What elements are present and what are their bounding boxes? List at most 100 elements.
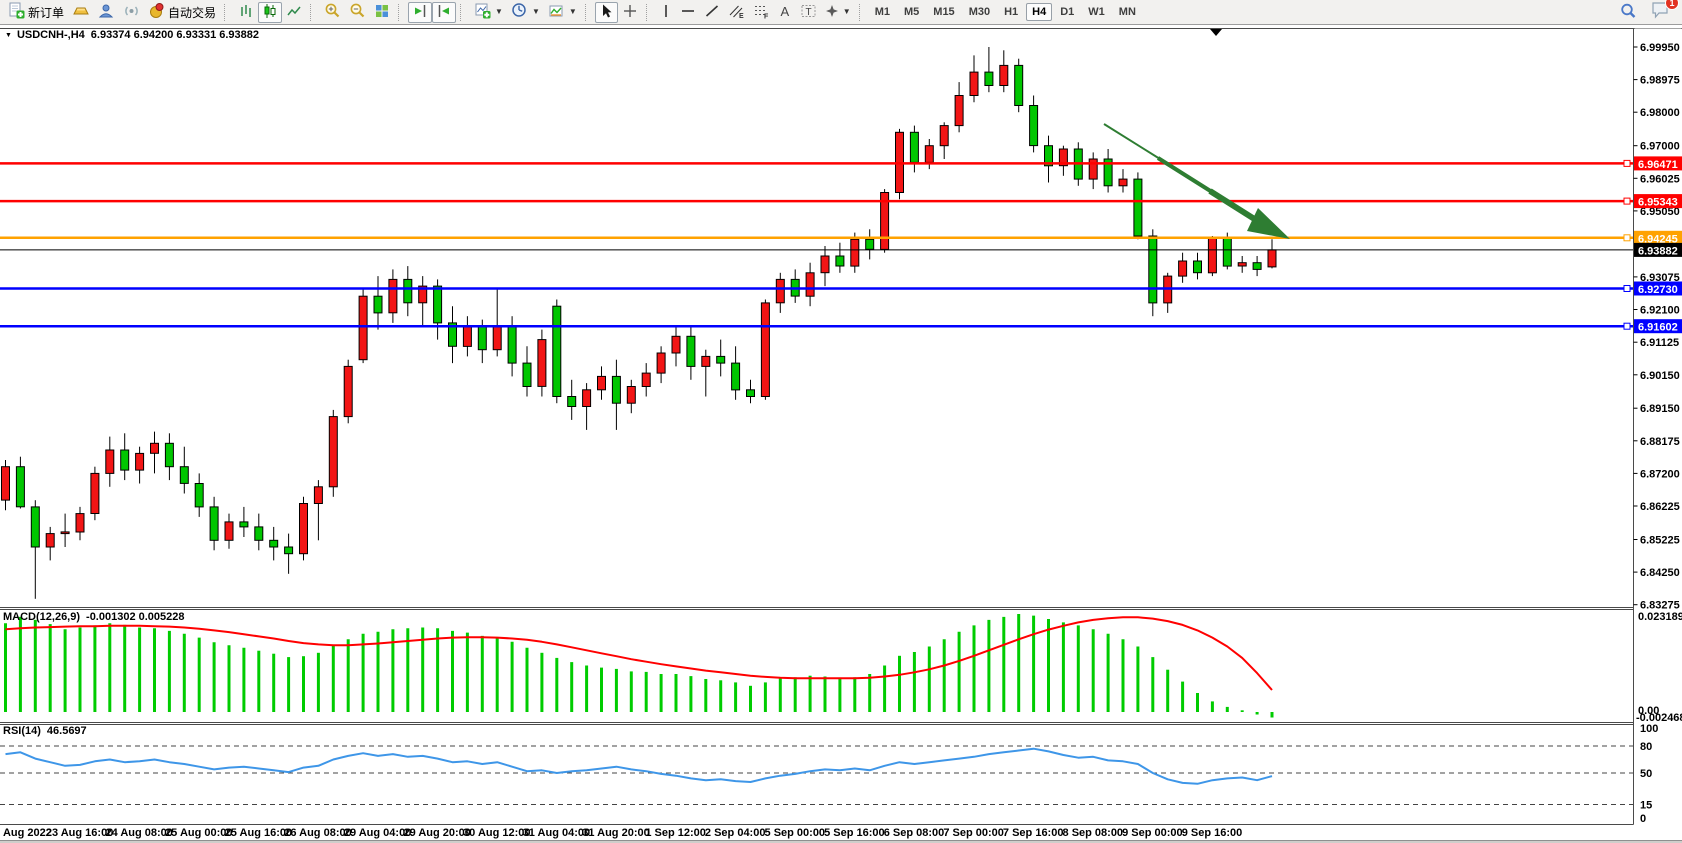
arrows-button[interactable]: ▼	[821, 2, 855, 23]
time-axis[interactable]: 23 Aug 202223 Aug 16:0024 Aug 08:0025 Au…	[0, 827, 1242, 839]
zoom-in-button[interactable]	[320, 2, 345, 23]
macd-pane	[6, 614, 1273, 718]
chevron-down-icon: ▼	[843, 8, 851, 16]
auto-scroll-button[interactable]	[408, 2, 432, 23]
svg-text:6.90150: 6.90150	[1640, 370, 1680, 382]
macd-name: MACD(12,26,9)	[3, 611, 80, 623]
trendline-icon	[704, 3, 720, 22]
svg-text:50: 50	[1640, 768, 1652, 780]
new-chart-icon	[474, 2, 491, 22]
autotrading-icon	[148, 2, 165, 22]
rsi-name: RSI(14)	[3, 725, 41, 737]
price-axis[interactable]: 6.999506.989756.980006.970006.960256.950…	[1634, 29, 1682, 826]
cursor-button[interactable]	[595, 2, 618, 23]
periods-button[interactable]: ▼	[507, 2, 544, 23]
autotrading-label: 自动交易	[168, 4, 216, 21]
toolbar-separator	[398, 4, 405, 21]
text-label-button[interactable]: T	[796, 2, 821, 23]
timeframe-M5[interactable]: M5	[898, 3, 925, 21]
toolbar-right-group: 1	[1615, 0, 1676, 24]
svg-text:6.84250: 6.84250	[1640, 567, 1680, 579]
timeframe-M30[interactable]: M30	[963, 3, 996, 21]
timeframe-M15[interactable]: M15	[927, 3, 960, 21]
svg-text:6.96025: 6.96025	[1640, 173, 1680, 185]
new-order-button[interactable]: 新订单	[4, 2, 68, 23]
svg-text:6.87200: 6.87200	[1640, 468, 1680, 480]
timeframe-group: M1M5M15M30H1H4D1W1MN	[869, 3, 1142, 21]
svg-text:31 Aug 04:00: 31 Aug 04:00	[523, 827, 590, 839]
candlestick-chart-button[interactable]	[258, 2, 282, 23]
chart-shift-button[interactable]	[432, 2, 456, 23]
zoom-out-button[interactable]	[345, 2, 370, 23]
svg-text:1 Sep 12:00: 1 Sep 12:00	[645, 827, 706, 839]
svg-text:6.93882: 6.93882	[1638, 245, 1678, 257]
timeframe-D1[interactable]: D1	[1054, 3, 1080, 21]
svg-text:30 Aug 12:00: 30 Aug 12:00	[463, 827, 530, 839]
toolbar-separator	[859, 4, 866, 21]
search-button[interactable]	[1615, 2, 1641, 23]
macd-indicator-label: MACD(12,26,9) -0.001302 0.005228	[3, 611, 185, 623]
auto-scroll-icon	[412, 3, 428, 22]
zoom-in-icon	[324, 2, 341, 22]
templates-button[interactable]: ▼	[544, 2, 581, 23]
chat-button[interactable]: 1	[1651, 0, 1672, 24]
svg-text:A: A	[780, 4, 789, 19]
tile-windows-button[interactable]	[370, 2, 394, 23]
chart-shift-marker	[1210, 29, 1222, 36]
autotrading-button[interactable]: 自动交易	[144, 2, 220, 23]
equidistant-channel-button[interactable]: E	[724, 2, 749, 23]
text-button[interactable]: A	[774, 2, 796, 23]
symbol-dropdown-icon[interactable]: ▼	[5, 32, 12, 39]
line-chart-button[interactable]	[282, 2, 306, 23]
market-watch-button[interactable]	[68, 2, 94, 23]
bar-chart-button[interactable]	[234, 2, 258, 23]
community-button[interactable]	[94, 2, 119, 23]
svg-text:23 Aug 2022: 23 Aug 2022	[0, 827, 52, 839]
candlestick-chart-icon	[262, 3, 278, 22]
timeframe-H4[interactable]: H4	[1026, 3, 1052, 21]
svg-text:6.85225: 6.85225	[1640, 535, 1680, 547]
trendline-button[interactable]	[700, 2, 724, 23]
chart-symbol-period: USDCNH-,H4	[17, 29, 85, 41]
svg-text:6.83275: 6.83275	[1640, 600, 1680, 612]
svg-text:6.89150: 6.89150	[1640, 403, 1680, 415]
svg-text:E: E	[739, 13, 744, 19]
svg-text:15: 15	[1640, 800, 1652, 812]
fibonacci-button[interactable]: F	[749, 2, 774, 23]
chart-ohlc-title: ▼ USDCNH-,H4 6.93374 6.94200 6.93331 6.9…	[5, 29, 259, 41]
svg-text:80: 80	[1640, 741, 1652, 753]
horizontal-line-button[interactable]	[676, 2, 700, 23]
trend-arrow[interactable]	[1104, 124, 1290, 239]
timeframe-H1[interactable]: H1	[998, 3, 1024, 21]
svg-text:25 Aug 00:00: 25 Aug 00:00	[165, 827, 232, 839]
new-chart-button[interactable]: ▼	[470, 2, 507, 23]
bar-chart-icon	[238, 3, 254, 22]
svg-text:100: 100	[1640, 723, 1658, 735]
toolbar-separator	[585, 4, 592, 21]
svg-text:6.91125: 6.91125	[1640, 337, 1679, 349]
text-label-icon: T	[800, 3, 817, 22]
svg-text:0.023189: 0.023189	[1638, 611, 1682, 623]
chart-canvas[interactable]: 6.999506.989756.980006.970006.960256.950…	[0, 0, 1682, 843]
vertical-line-button[interactable]	[656, 2, 676, 23]
signals-button[interactable]	[119, 2, 144, 23]
svg-text:7 Sep 00:00: 7 Sep 00:00	[943, 827, 1004, 839]
mt4-terminal: { "toolbar": { "new_order_label": "新订单",…	[0, 0, 1682, 843]
tile-windows-icon	[374, 3, 390, 22]
svg-text:6 Sep 08:00: 6 Sep 08:00	[884, 827, 945, 839]
svg-text:6.98975: 6.98975	[1640, 75, 1680, 87]
equidistant-channel-icon: E	[728, 3, 745, 22]
svg-text:26 Aug 08:00: 26 Aug 08:00	[284, 827, 351, 839]
chevron-down-icon: ▼	[495, 8, 503, 16]
main-pane	[0, 29, 1634, 599]
gold-bar-icon	[72, 3, 90, 22]
svg-text:6.98000: 6.98000	[1640, 107, 1680, 119]
svg-text:25 Aug 16:00: 25 Aug 16:00	[225, 827, 292, 839]
timeframe-MN[interactable]: MN	[1113, 3, 1142, 21]
crosshair-button[interactable]	[618, 2, 642, 23]
svg-text:6.86225: 6.86225	[1640, 501, 1680, 513]
cursor-icon	[599, 3, 614, 22]
svg-text:29 Aug 04:00: 29 Aug 04:00	[344, 827, 411, 839]
timeframe-W1[interactable]: W1	[1082, 3, 1111, 21]
timeframe-M1[interactable]: M1	[869, 3, 896, 21]
